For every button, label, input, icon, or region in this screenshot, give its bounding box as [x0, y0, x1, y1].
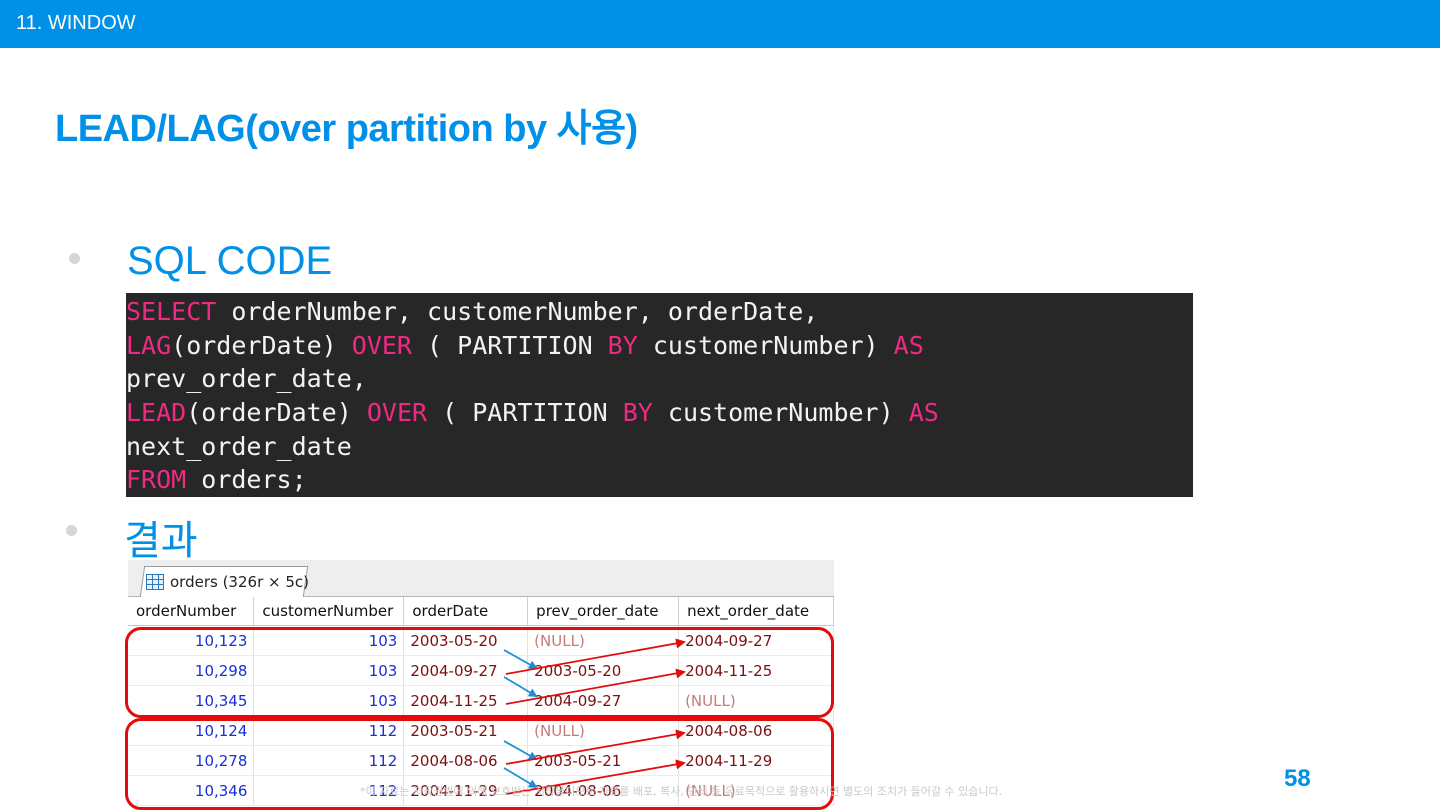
sql-keyword: FROM — [126, 465, 187, 495]
sql-keyword: BY — [622, 398, 653, 428]
lag-arrow — [503, 676, 538, 698]
sql-keyword: OVER — [366, 398, 428, 428]
sql-code-block: SELECT orderNumber, customerNumber, orde… — [126, 293, 1193, 497]
sql-keyword: OVER — [351, 330, 412, 360]
code-line: SELECT orderNumber, customerNumber, orde… — [126, 295, 1193, 329]
page-number: 58 — [1284, 765, 1311, 792]
code-line: next_order_date — [126, 430, 1193, 464]
header-bar: 11. WINDOW — [0, 0, 1440, 48]
sql-text: prev_order_date, — [126, 364, 367, 394]
code-line: prev_order_date, — [126, 362, 1193, 396]
bullet-dot-result — [66, 525, 77, 536]
slide-title: LEAD/LAG(over partition by 사용) — [55, 108, 638, 150]
sql-keyword: BY — [607, 330, 638, 360]
lag-arrow — [503, 649, 538, 669]
sql-text: orders; — [186, 465, 307, 495]
bullet-result: 결과 — [124, 519, 198, 563]
sql-text: (orderDate) — [186, 398, 367, 428]
code-line: LAG(orderDate) OVER ( PARTITION BY custo… — [126, 329, 1193, 363]
sql-keyword: LEAD — [126, 398, 187, 428]
section-label: 11. WINDOW — [16, 12, 136, 34]
sql-text: customerNumber) — [652, 398, 909, 428]
sql-text: orderNumber, customerNumber, orderDate, — [216, 297, 819, 326]
sql-keyword: AS — [908, 398, 939, 428]
bullet-dot-sql — [69, 253, 80, 264]
sql-text: ( PARTITION — [412, 330, 608, 360]
code-line: FROM orders; — [126, 463, 1193, 497]
sql-text: next_order_date — [126, 431, 352, 461]
lead-arrow — [505, 668, 686, 705]
sql-keyword: AS — [893, 330, 924, 360]
lead-arrow — [505, 729, 686, 765]
lead-arrow — [505, 638, 686, 675]
result-grid: orders (326r × 5c) orderNumber customerN… — [125, 560, 834, 810]
bullet-sql-code: SQL CODE — [127, 239, 333, 283]
sql-text: ( PARTITION — [427, 398, 623, 428]
sql-text: (orderDate) — [171, 330, 352, 360]
code-line: LEAD(orderDate) OVER ( PARTITION BY cust… — [126, 396, 1193, 430]
sql-keyword: LAG — [126, 330, 172, 360]
sql-keyword: SELECT — [126, 297, 217, 326]
shift-arrows — [503, 638, 686, 795]
lag-arrow — [503, 740, 538, 760]
sql-text: customerNumber) — [637, 330, 894, 360]
copyright-note: *이 자료는 저작권법에 의해 보호받는 저작물이므로 자료를 배포, 복사, … — [360, 785, 1003, 798]
